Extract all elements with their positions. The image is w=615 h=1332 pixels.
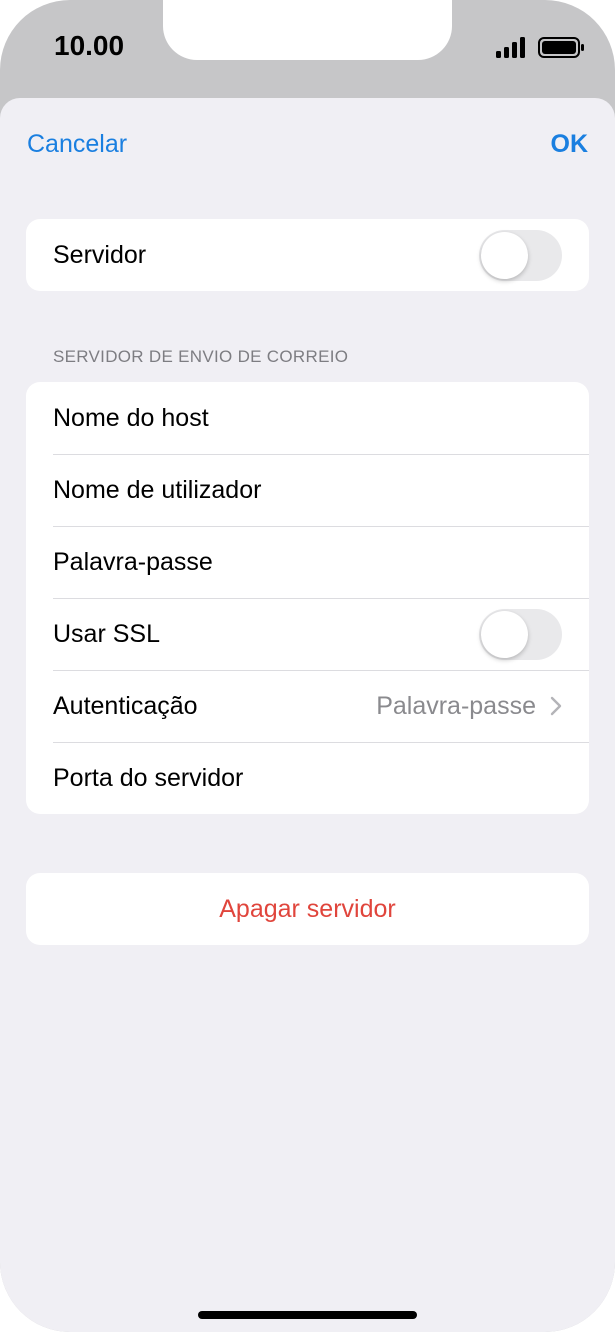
- use-ssl-label: Usar SSL: [53, 619, 160, 648]
- notch: [163, 0, 452, 60]
- phone-frame: 10.00 Cancelar OK Servidor SERVIDOR DE E…: [0, 0, 615, 1332]
- status-time: 10.00: [54, 30, 125, 61]
- home-indicator[interactable]: [198, 1311, 417, 1319]
- use-ssl-toggle[interactable]: [479, 608, 562, 660]
- chevron-right-icon: [550, 696, 562, 716]
- toggle-knob: [481, 610, 528, 658]
- hostname-row[interactable]: Nome do host: [26, 382, 589, 454]
- password-row[interactable]: Palavra-passe: [26, 526, 589, 598]
- server-port-label: Porta do servidor: [53, 763, 244, 792]
- username-row[interactable]: Nome de utilizador: [26, 454, 589, 526]
- cancel-button[interactable]: Cancelar: [27, 130, 127, 159]
- toggle-knob: [481, 231, 528, 279]
- server-toggle-row[interactable]: Servidor: [26, 219, 589, 291]
- server-toggle-group: Servidor: [26, 219, 589, 291]
- authentication-label: Autenticação: [53, 691, 198, 720]
- signal-icon: [496, 37, 525, 58]
- username-label: Nome de utilizador: [53, 475, 262, 504]
- section-header: SERVIDOR DE ENVIO DE CORREIO: [53, 347, 349, 366]
- use-ssl-row[interactable]: Usar SSL: [26, 598, 589, 670]
- authentication-row[interactable]: Autenticação Palavra-passe: [26, 670, 589, 742]
- battery-icon: [538, 37, 584, 58]
- delete-server-group: Apagar servidor: [26, 873, 589, 945]
- server-toggle-label: Servidor: [53, 240, 147, 269]
- outgoing-server-group: Nome do host Nome de utilizador Palavra-…: [26, 382, 589, 814]
- delete-server-label: Apagar servidor: [219, 894, 396, 923]
- status-icons: [496, 37, 586, 59]
- authentication-value: Palavra-passe: [376, 691, 536, 720]
- ok-button[interactable]: OK: [551, 130, 589, 159]
- server-port-row[interactable]: Porta do servidor: [26, 742, 589, 814]
- delete-server-button[interactable]: Apagar servidor: [26, 873, 589, 945]
- password-label: Palavra-passe: [53, 547, 213, 576]
- hostname-label: Nome do host: [53, 403, 209, 432]
- server-toggle[interactable]: [479, 229, 562, 281]
